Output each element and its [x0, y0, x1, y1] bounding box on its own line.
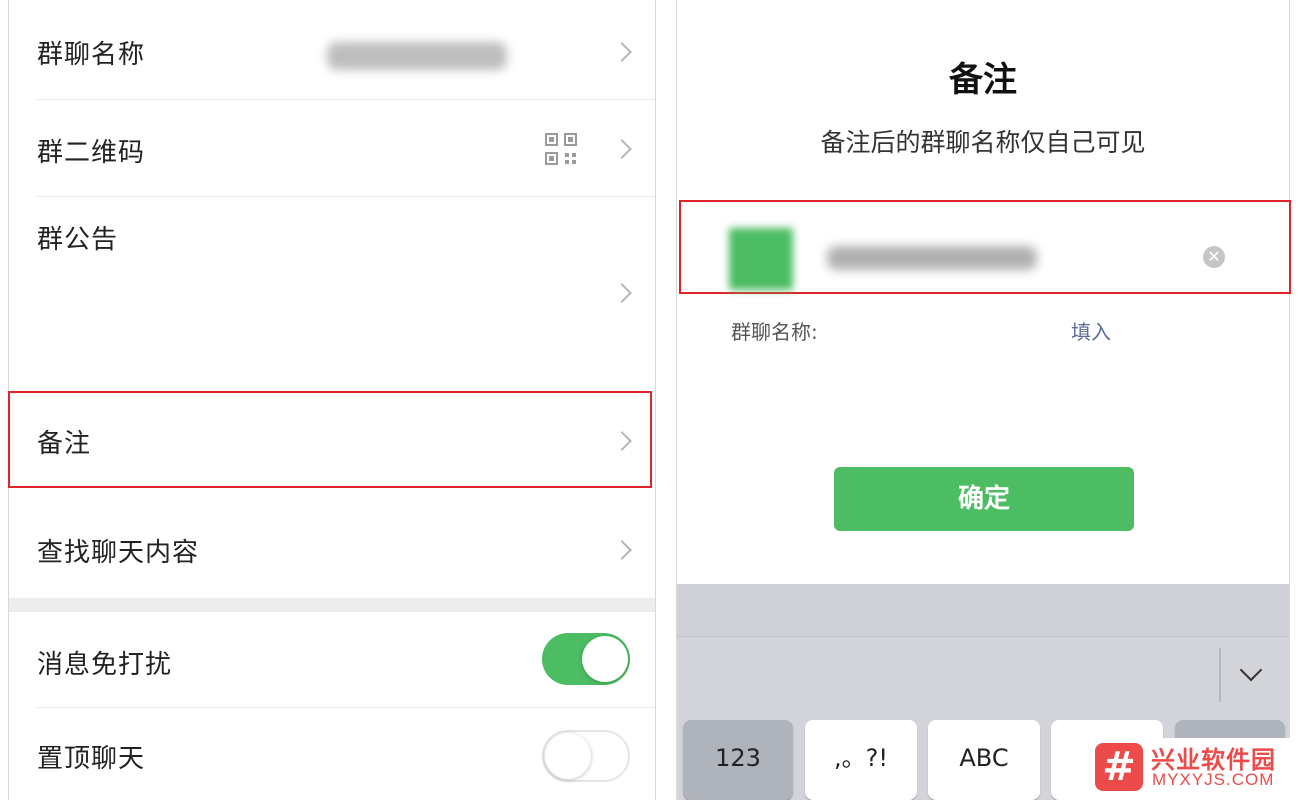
clear-icon[interactable]: ✕ [1203, 246, 1225, 268]
row-label: 查找聊天内容 [37, 538, 200, 568]
dialog-title: 备注 [949, 60, 1017, 100]
settings-row-search-history[interactable]: 查找聊天内容 [9, 500, 655, 597]
chevron-right-icon [612, 540, 632, 560]
qr-code-icon [545, 133, 577, 165]
keyboard-toolbar [677, 584, 1289, 637]
chevron-right-icon [612, 42, 632, 62]
remark-dialog: 备注 备注后的群聊名称仅自己可见 ✕ 群聊名称: 填入 确定 123 ,。?! … [676, 0, 1291, 800]
confirm-button[interactable]: 确定 [834, 467, 1134, 531]
group-name-hint-label: 群聊名称: [731, 320, 818, 344]
blurred-remark-text [827, 246, 1037, 270]
toggle-knob [582, 636, 628, 682]
row-label: 群公告 [37, 225, 119, 255]
keyboard-divider [1219, 648, 1221, 702]
row-label: 消息免打扰 [37, 650, 173, 680]
mute-toggle[interactable] [542, 633, 630, 685]
remark-highlight-box [8, 391, 652, 488]
remark-input[interactable]: ✕ [679, 200, 1291, 294]
blurred-avatar [729, 228, 793, 290]
row-label: 群聊名称 [37, 40, 146, 70]
fill-in-link[interactable]: 填入 [1071, 316, 1111, 345]
settings-row-group-name[interactable]: 群聊名称 [9, 0, 655, 100]
watermark-logo: # [1095, 743, 1143, 791]
settings-row-group-qr[interactable]: 群二维码 [9, 100, 655, 196]
key-abc[interactable]: ABC [928, 720, 1040, 800]
settings-row-announcement[interactable]: 群公告 [9, 197, 655, 390]
chevron-right-icon [612, 139, 632, 159]
toggle-knob [545, 733, 591, 779]
key-punctuation[interactable]: ,。?! [805, 720, 917, 800]
key-123[interactable]: 123 [683, 720, 793, 800]
chevron-down-icon[interactable] [1239, 658, 1263, 682]
row-label: 群二维码 [37, 138, 146, 168]
chevron-right-icon [612, 283, 632, 303]
watermark-domain: MYXYJS.COM [1152, 770, 1275, 789]
blurred-group-name [327, 42, 507, 70]
settings-row-mute: 消息免打扰 [9, 612, 655, 707]
dialog-subtitle: 备注后的群聊名称仅自己可见 [820, 128, 1146, 157]
settings-row-pin: 置顶聊天 [9, 708, 655, 800]
row-label: 置顶聊天 [37, 744, 146, 774]
section-gap [9, 598, 655, 612]
watermark: # 兴业软件园 MYXYJS.COM [1085, 738, 1300, 800]
pin-toggle[interactable] [542, 730, 630, 782]
